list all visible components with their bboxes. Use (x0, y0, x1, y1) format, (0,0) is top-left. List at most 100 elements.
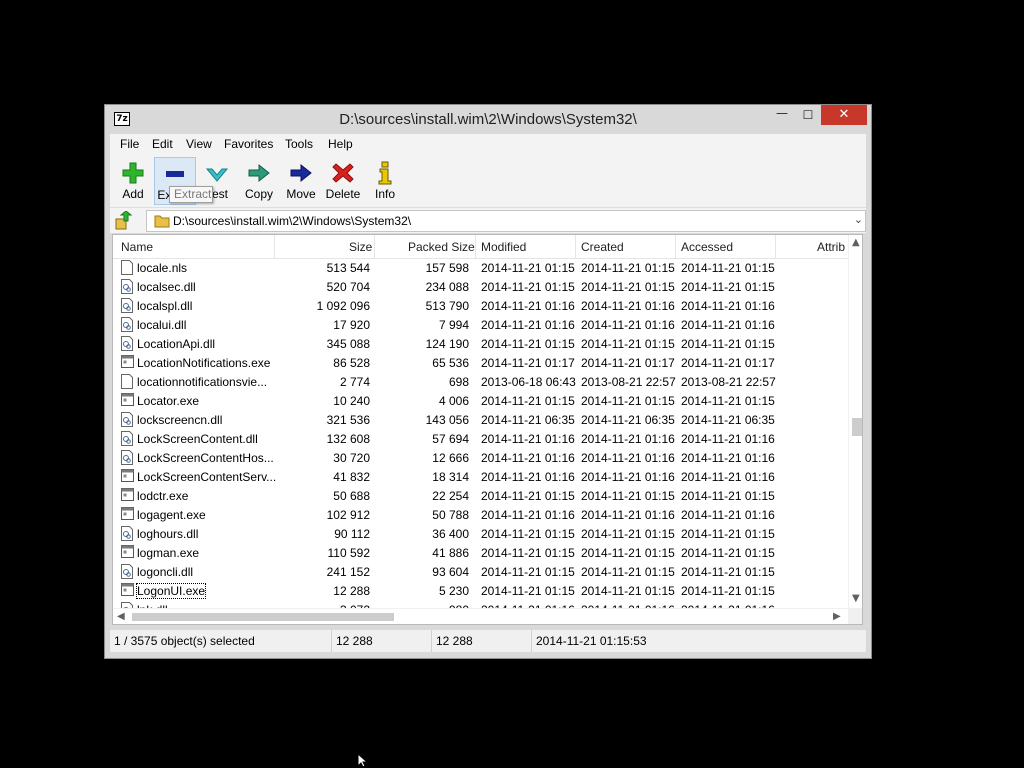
scroll-down-icon[interactable]: ▼ (852, 593, 860, 604)
dll-file-icon (121, 298, 133, 313)
file-packed-size: 124 190 (425, 337, 469, 351)
move-button[interactable]: Move (280, 157, 322, 205)
exe-file-icon (121, 545, 134, 560)
info-button[interactable]: Info (364, 157, 406, 205)
file-size: 241 152 (326, 565, 370, 579)
file-row[interactable]: logman.exe 110 592 41 886 2014-11-21 01:15 2… (113, 543, 848, 562)
file-row[interactable]: locationnotificationsvie... 2 774 698 2013-… (113, 372, 848, 391)
exe-file-icon (121, 393, 134, 408)
file-created: 2014-11-21 01:15 (581, 565, 675, 579)
file-accessed: 2014-11-21 01:15 (681, 280, 775, 294)
file-row[interactable]: LocationNotifications.exe 86 528 65 536 201… (113, 353, 848, 372)
file-row[interactable]: LockScreenContent.dll 132 608 57 694 2014-1… (113, 429, 848, 448)
menu-help[interactable]: Help (328, 137, 353, 151)
column-header-packed-size[interactable]: Packed Size (408, 240, 475, 254)
file-size: 12 288 (333, 584, 370, 598)
column-header-size[interactable]: Size (349, 240, 372, 254)
file-name: LockScreenContentServ... (137, 470, 277, 484)
file-row[interactable]: Locator.exe 10 240 4 006 2014-11-21 01:15 20… (113, 391, 848, 410)
file-modified: 2014-11-21 01:15 (481, 565, 575, 579)
file-name: logoncli.dll (137, 565, 194, 579)
dll-file-icon (121, 526, 133, 541)
column-divider[interactable] (475, 235, 476, 258)
file-modified: 2014-11-21 01:16 (481, 508, 575, 522)
file-row[interactable]: localui.dll 17 920 7 994 2014-11-21 01:16 20… (113, 315, 848, 334)
file-packed-size: 143 056 (425, 413, 469, 427)
delete-button[interactable]: Delete (322, 157, 364, 205)
scroll-up-icon[interactable]: ▲ (852, 237, 860, 248)
scrollbar-corner (848, 608, 862, 624)
column-header-modified[interactable]: Modified (481, 240, 526, 254)
chevron-down-icon[interactable]: ⌄ (854, 213, 863, 226)
info-label: Info (374, 187, 395, 201)
delete-x-icon (322, 161, 364, 185)
file-size: 321 536 (326, 413, 370, 427)
menu-favorites[interactable]: Favorites (224, 137, 273, 151)
file-modified: 2014-11-21 01:15 (481, 280, 575, 294)
file-packed-size: 234 088 (425, 280, 469, 294)
file-list[interactable]: Name Size Packed Size Modified Created A… (112, 234, 863, 625)
horizontal-scroll-thumb[interactable] (132, 613, 394, 621)
menu-file[interactable]: File (120, 137, 139, 151)
file-modified: 2014-11-21 01:16 (481, 299, 575, 313)
menu-edit[interactable]: Edit (152, 137, 173, 151)
file-packed-size: 18 314 (432, 470, 469, 484)
address-input[interactable]: D:\sources\install.wim\2\Windows\System3… (146, 210, 866, 232)
file-row[interactable]: logoncli.dll 241 152 93 604 2014-11-21 01:1… (113, 562, 848, 581)
column-header-accessed[interactable]: Accessed (681, 240, 733, 254)
column-divider[interactable] (575, 235, 576, 258)
file-row[interactable]: lpk.dll3 0729802014-11-21 01:162014-11-2… (113, 600, 848, 608)
file-created: 2014-11-21 06:35 (581, 413, 675, 427)
file-size: 30 720 (333, 451, 370, 465)
file-row[interactable]: lodctr.exe 50 688 22 254 2014-11-21 01:15 20… (113, 486, 848, 505)
file-created: 2014-11-21 01:16 (581, 470, 675, 484)
add-button[interactable]: Add (112, 157, 154, 205)
horizontal-scrollbar[interactable]: ◀ ▶ (113, 608, 848, 624)
file-accessed: 2014-11-21 01:15 (681, 527, 775, 541)
file-accessed: 2014-11-21 01:15 (681, 565, 775, 579)
folder-up-button[interactable] (114, 210, 134, 231)
column-header-name[interactable]: Name (121, 240, 153, 254)
file-row[interactable]: LockScreenContentServ... 41 832 18 314 2014… (113, 467, 848, 486)
file-packed-size: 5 230 (438, 584, 469, 598)
minimize-button[interactable]: — (769, 105, 795, 125)
move-arrow-icon (280, 161, 322, 185)
column-divider[interactable] (274, 235, 275, 258)
file-size: 513 544 (326, 261, 370, 275)
file-row[interactable]: locale.nls 513 544 157 598 2014-11-21 01:15… (113, 258, 848, 277)
file-name: LockScreenContent.dll (137, 432, 258, 446)
vertical-scroll-thumb[interactable] (852, 418, 862, 436)
dll-file-icon (121, 564, 133, 579)
file-name: LocationApi.dll (137, 337, 216, 351)
exe-file-icon (121, 583, 134, 598)
file-name: LockScreenContentHos... (137, 451, 274, 465)
scroll-left-icon[interactable]: ◀ (117, 611, 125, 622)
file-name: localui.dll (137, 318, 187, 332)
column-header-attributes[interactable]: Attrib (817, 240, 845, 254)
file-created: 2014-11-21 01:16 (581, 451, 675, 465)
file-size: 41 832 (333, 470, 370, 484)
file-row[interactable]: lockscreencn.dll 321 536 143 056 2014-11-21… (113, 410, 848, 429)
maximize-button[interactable]: ☐ (795, 105, 821, 125)
file-row[interactable]: LocationApi.dll 345 088 124 190 2014-11-21 … (113, 334, 848, 353)
file-row[interactable]: LogonUI.exe 12 288 5 230 2014-11-21 01:15 20… (113, 581, 848, 600)
file-row[interactable]: loghours.dll 90 112 36 400 2014-11-21 01:15… (113, 524, 848, 543)
file-row[interactable]: localspl.dll 1 092 096 513 790 2014-11-21 0… (113, 296, 848, 315)
file-row[interactable]: localsec.dll 520 704 234 088 2014-11-21 01:… (113, 277, 848, 296)
copy-button[interactable]: Copy (238, 157, 280, 205)
vertical-scrollbar[interactable]: ▲ ▼ (848, 235, 862, 608)
column-divider[interactable] (374, 235, 375, 258)
menu-tools[interactable]: Tools (285, 137, 313, 151)
file-row[interactable]: LockScreenContentHos... 30 720 12 666 2014-… (113, 448, 848, 467)
column-header-created[interactable]: Created (581, 240, 624, 254)
title-bar[interactable]: 7z D:\sources\install.wim\2\Windows\Syst… (105, 105, 871, 133)
menu-view[interactable]: View (186, 137, 212, 151)
close-button[interactable]: ✕ (821, 105, 867, 125)
file-size: 2 774 (339, 375, 370, 389)
file-name: lodctr.exe (137, 489, 189, 503)
column-divider[interactable] (675, 235, 676, 258)
file-row[interactable]: logagent.exe 102 912 50 788 2014-11-21 01:1… (113, 505, 848, 524)
column-divider[interactable] (775, 235, 776, 258)
file-packed-size: 41 886 (432, 546, 469, 560)
scroll-right-icon[interactable]: ▶ (833, 611, 841, 622)
